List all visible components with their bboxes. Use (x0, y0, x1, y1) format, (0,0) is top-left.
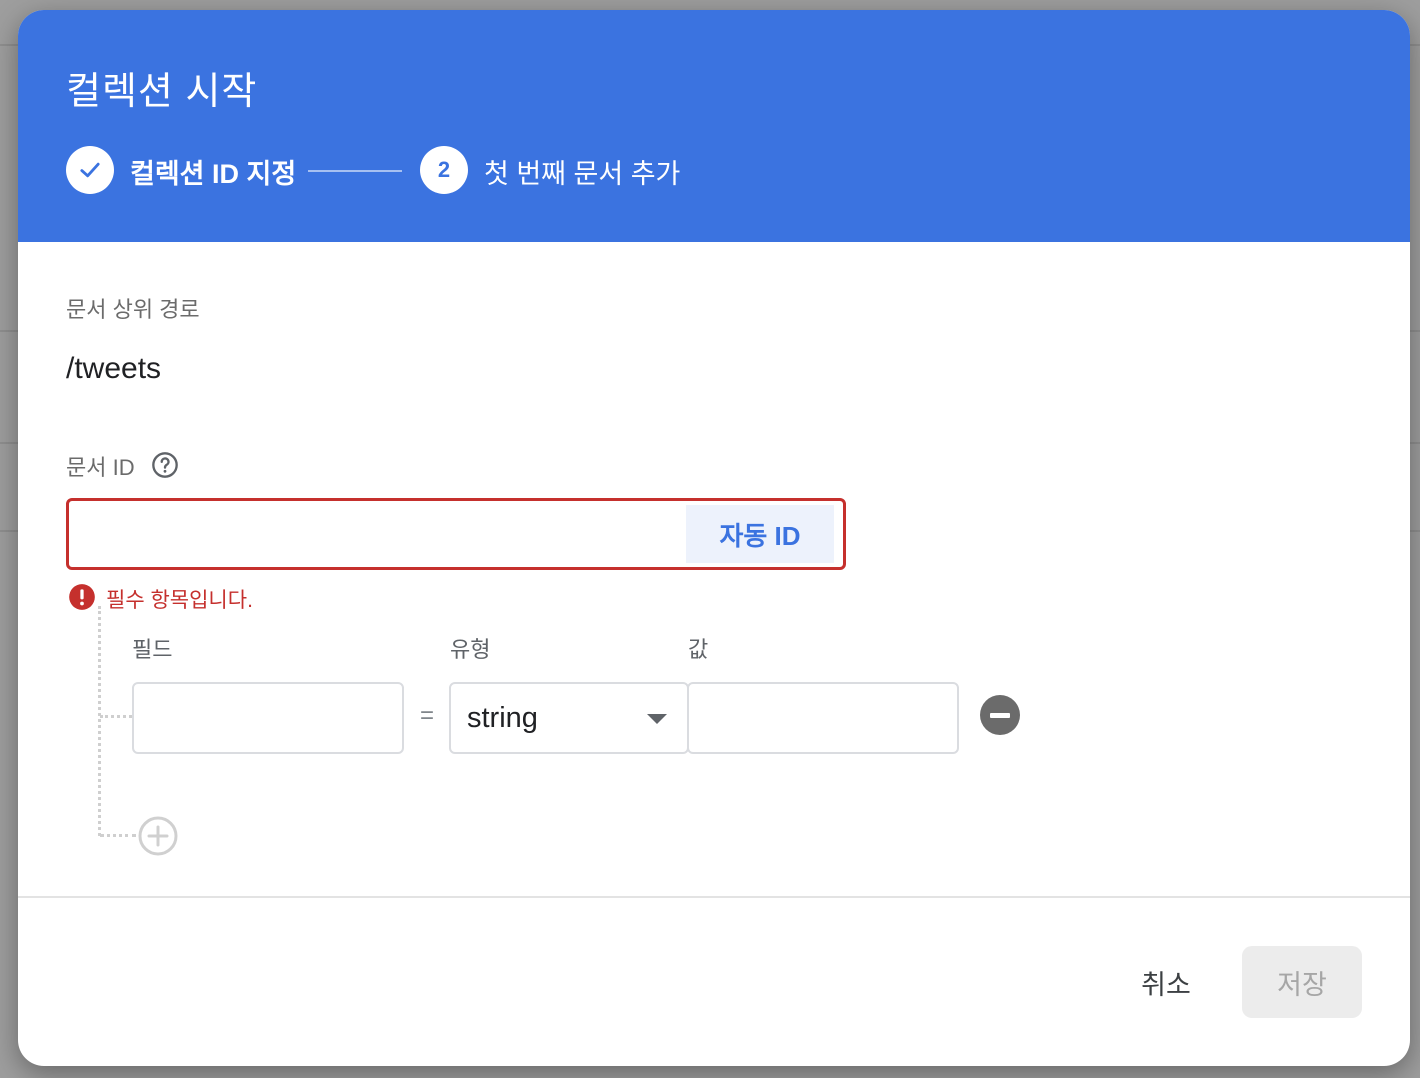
type-column-label: 유형 (450, 632, 490, 664)
parent-path-value: /tweets (66, 352, 161, 386)
type-select[interactable]: string (449, 682, 689, 754)
dialog-title: 컬렉션 시작 (66, 60, 257, 115)
footer-divider (18, 896, 1410, 898)
dialog-header: 컬렉션 시작 컬렉션 ID 지정 2 첫 번째 문서 추가 (18, 10, 1410, 242)
tree-connector (100, 715, 132, 718)
field-column-label: 필드 (132, 632, 172, 664)
cancel-button[interactable]: 취소 (1118, 946, 1214, 1018)
value-input[interactable] (687, 682, 959, 754)
step-connector (308, 170, 402, 172)
value-column-label: 값 (688, 632, 708, 664)
remove-field-icon[interactable] (980, 695, 1020, 735)
tree-connector (98, 606, 101, 836)
step-2-indicator: 2 (420, 146, 468, 194)
type-select-value: string (467, 702, 538, 735)
minus-icon (990, 713, 1010, 718)
field-name-input[interactable] (132, 682, 404, 754)
step-2-label: 첫 번째 문서 추가 (484, 152, 680, 191)
error-message: 필수 항목입니다. (106, 584, 253, 614)
error-icon (68, 583, 96, 611)
save-button[interactable]: 저장 (1242, 946, 1362, 1018)
help-icon[interactable] (151, 451, 179, 479)
auto-id-button[interactable]: 자동 ID (686, 505, 834, 563)
equals-sign: = (420, 702, 434, 730)
doc-id-label: 문서 ID (66, 450, 135, 482)
add-field-icon[interactable] (138, 816, 178, 856)
check-icon (76, 156, 104, 184)
step-1-indicator (66, 146, 114, 194)
parent-path-label: 문서 상위 경로 (66, 292, 200, 324)
doc-id-input[interactable] (69, 501, 683, 567)
start-collection-dialog: 컬렉션 시작 컬렉션 ID 지정 2 첫 번째 문서 추가 문서 상위 경로 /… (18, 10, 1410, 1066)
tree-connector (100, 834, 136, 837)
dropdown-arrow-icon (647, 714, 667, 724)
doc-id-field: 자동 ID (66, 498, 846, 570)
step-1-label: 컬렉션 ID 지정 (130, 152, 296, 191)
